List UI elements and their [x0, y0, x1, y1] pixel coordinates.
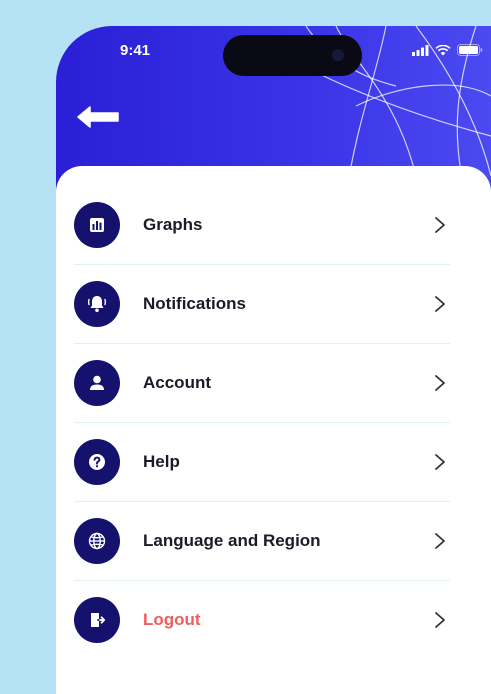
phone-frame: 9:41 Graphs Notifications Account Help L… — [56, 26, 491, 694]
menu-item-graphs[interactable]: Graphs — [74, 186, 450, 264]
settings-menu: Graphs Notifications Account Help Langua… — [74, 186, 450, 659]
menu-item-logout[interactable]: Logout — [74, 580, 450, 659]
menu-item-notifications[interactable]: Notifications — [74, 264, 450, 343]
arrow-left-icon — [77, 106, 119, 128]
menu-item-label: Logout — [143, 610, 201, 629]
camera-icon — [332, 49, 344, 61]
chevron-right-icon — [430, 610, 450, 630]
back-button[interactable] — [76, 102, 124, 132]
menu-item-language-region[interactable]: Language and Region — [74, 501, 450, 580]
menu-item-label: Account — [143, 373, 211, 392]
question-icon — [74, 439, 120, 485]
logout-icon — [74, 597, 120, 643]
menu-item-account[interactable]: Account — [74, 343, 450, 422]
bar-chart-icon — [74, 202, 120, 248]
menu-item-label: Graphs — [143, 215, 203, 234]
menu-item-label: Help — [143, 452, 180, 471]
menu-item-label: Notifications — [143, 294, 246, 313]
wifi-icon — [435, 44, 451, 55]
signal-icon — [412, 44, 429, 56]
status-icons — [412, 44, 483, 56]
menu-item-label: Language and Region — [143, 531, 321, 550]
chevron-right-icon — [430, 215, 450, 235]
bell-icon — [74, 281, 120, 327]
chevron-right-icon — [430, 373, 450, 393]
chevron-right-icon — [430, 294, 450, 314]
user-icon — [74, 360, 120, 406]
chevron-right-icon — [430, 531, 450, 551]
status-time: 9:41 — [120, 42, 151, 59]
settings-sheet: Graphs Notifications Account Help Langua… — [56, 166, 491, 694]
menu-item-help[interactable]: Help — [74, 422, 450, 501]
chevron-right-icon — [430, 452, 450, 472]
globe-icon — [74, 518, 120, 564]
dynamic-island — [223, 35, 362, 76]
battery-icon — [457, 44, 483, 56]
